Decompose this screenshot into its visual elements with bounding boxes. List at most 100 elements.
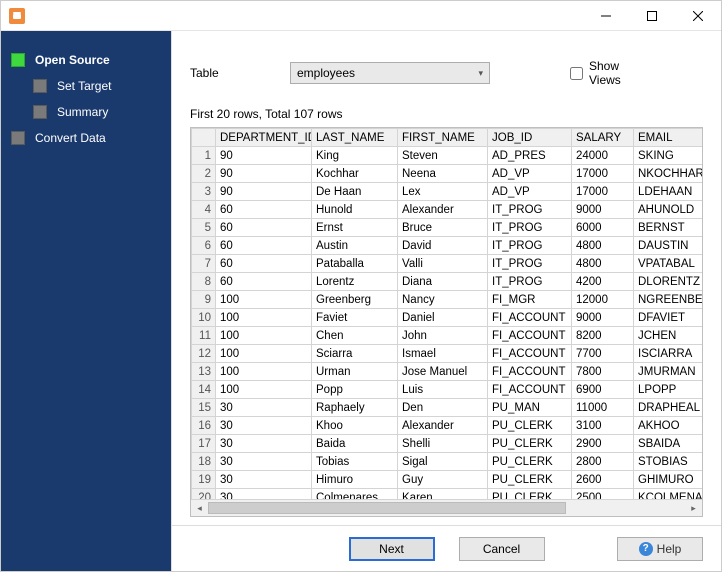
data-cell[interactable]: GHIMURO xyxy=(634,471,703,489)
rownum-header[interactable] xyxy=(192,129,216,147)
next-button[interactable]: Next xyxy=(349,537,435,561)
data-cell[interactable]: DFAVIET xyxy=(634,309,703,327)
table-row[interactable]: 1530RaphaelyDenPU_MAN11000DRAPHEAL xyxy=(192,399,703,417)
column-header[interactable]: JOB_ID xyxy=(488,129,572,147)
data-cell[interactable]: FI_ACCOUNT xyxy=(488,381,572,399)
data-cell[interactable]: 100 xyxy=(216,327,312,345)
step-summary[interactable]: Summary xyxy=(1,99,171,125)
data-cell[interactable]: Kochhar xyxy=(312,165,398,183)
help-button[interactable]: ? Help xyxy=(617,537,703,561)
rownum-cell[interactable]: 1 xyxy=(192,147,216,165)
data-cell[interactable]: 7700 xyxy=(572,345,634,363)
data-cell[interactable]: Nancy xyxy=(398,291,488,309)
data-cell[interactable]: David xyxy=(398,237,488,255)
data-cell[interactable]: IT_PROG xyxy=(488,255,572,273)
rownum-cell[interactable]: 5 xyxy=(192,219,216,237)
data-cell[interactable]: 90 xyxy=(216,165,312,183)
table-row[interactable]: 1930HimuroGuyPU_CLERK2600GHIMURO xyxy=(192,471,703,489)
data-cell[interactable]: 100 xyxy=(216,381,312,399)
rownum-cell[interactable]: 2 xyxy=(192,165,216,183)
data-cell[interactable]: Urman xyxy=(312,363,398,381)
table-row[interactable]: 860LorentzDianaIT_PROG4200DLORENTZ xyxy=(192,273,703,291)
rownum-cell[interactable]: 3 xyxy=(192,183,216,201)
data-cell[interactable]: Sciarra xyxy=(312,345,398,363)
data-cell[interactable]: ISCIARRA xyxy=(634,345,703,363)
rownum-cell[interactable]: 16 xyxy=(192,417,216,435)
data-cell[interactable]: PU_CLERK xyxy=(488,471,572,489)
rownum-cell[interactable]: 9 xyxy=(192,291,216,309)
data-cell[interactable]: AD_PRES xyxy=(488,147,572,165)
rownum-cell[interactable]: 11 xyxy=(192,327,216,345)
data-cell[interactable]: De Haan xyxy=(312,183,398,201)
data-cell[interactable]: PU_CLERK xyxy=(488,435,572,453)
data-cell[interactable]: NGREENBE xyxy=(634,291,703,309)
data-cell[interactable]: 9000 xyxy=(572,201,634,219)
horizontal-scrollbar[interactable]: ◂ ▸ xyxy=(191,499,702,516)
data-cell[interactable]: DLORENTZ xyxy=(634,273,703,291)
data-cell[interactable]: BERNST xyxy=(634,219,703,237)
data-cell[interactable]: Steven xyxy=(398,147,488,165)
data-cell[interactable]: 6900 xyxy=(572,381,634,399)
data-cell[interactable]: Shelli xyxy=(398,435,488,453)
scroll-left-icon[interactable]: ◂ xyxy=(191,500,208,517)
minimize-button[interactable] xyxy=(583,1,629,31)
data-cell[interactable]: IT_PROG xyxy=(488,237,572,255)
table-row[interactable]: 660AustinDavidIT_PROG4800DAUSTIN xyxy=(192,237,703,255)
data-cell[interactable]: 30 xyxy=(216,417,312,435)
data-cell[interactable]: 90 xyxy=(216,147,312,165)
data-cell[interactable]: PU_CLERK xyxy=(488,489,572,500)
data-cell[interactable]: 12000 xyxy=(572,291,634,309)
data-cell[interactable]: 60 xyxy=(216,219,312,237)
data-cell[interactable]: JMURMAN xyxy=(634,363,703,381)
data-cell[interactable]: AKHOO xyxy=(634,417,703,435)
data-cell[interactable]: Valli xyxy=(398,255,488,273)
data-cell[interactable]: Raphaely xyxy=(312,399,398,417)
rownum-cell[interactable]: 6 xyxy=(192,237,216,255)
data-cell[interactable]: 2800 xyxy=(572,453,634,471)
rownum-cell[interactable]: 7 xyxy=(192,255,216,273)
data-cell[interactable]: Lorentz xyxy=(312,273,398,291)
data-cell[interactable]: 8200 xyxy=(572,327,634,345)
table-row[interactable]: 13100UrmanJose ManuelFI_ACCOUNT7800JMURM… xyxy=(192,363,703,381)
table-row[interactable]: 9100GreenbergNancyFI_MGR12000NGREENBE xyxy=(192,291,703,309)
data-cell[interactable]: Alexander xyxy=(398,201,488,219)
data-cell[interactable]: John xyxy=(398,327,488,345)
table-row[interactable]: 390De HaanLexAD_VP17000LDEHAAN xyxy=(192,183,703,201)
data-cell[interactable]: IT_PROG xyxy=(488,219,572,237)
rownum-cell[interactable]: 10 xyxy=(192,309,216,327)
data-cell[interactable]: Khoo xyxy=(312,417,398,435)
data-cell[interactable]: 30 xyxy=(216,453,312,471)
data-cell[interactable]: 4800 xyxy=(572,255,634,273)
column-header[interactable]: FIRST_NAME xyxy=(398,129,488,147)
data-cell[interactable]: Karen xyxy=(398,489,488,500)
step-convert-data[interactable]: Convert Data xyxy=(1,125,171,151)
data-cell[interactable]: FI_ACCOUNT xyxy=(488,363,572,381)
data-cell[interactable]: SBAIDA xyxy=(634,435,703,453)
data-cell[interactable]: Faviet xyxy=(312,309,398,327)
data-cell[interactable]: 24000 xyxy=(572,147,634,165)
data-cell[interactable]: 100 xyxy=(216,363,312,381)
rownum-cell[interactable]: 18 xyxy=(192,453,216,471)
scroll-track[interactable] xyxy=(208,500,685,516)
show-views-checkbox-wrap[interactable]: Show Views xyxy=(570,59,620,87)
table-row[interactable]: 460HunoldAlexanderIT_PROG9000AHUNOLD xyxy=(192,201,703,219)
rownum-cell[interactable]: 20 xyxy=(192,489,216,500)
data-cell[interactable]: Alexander xyxy=(398,417,488,435)
data-cell[interactable]: 100 xyxy=(216,345,312,363)
table-row[interactable]: 290KochharNeenaAD_VP17000NKOCHHAR xyxy=(192,165,703,183)
data-cell[interactable]: 30 xyxy=(216,435,312,453)
table-row[interactable]: 560ErnstBruceIT_PROG6000BERNST xyxy=(192,219,703,237)
data-cell[interactable]: 2900 xyxy=(572,435,634,453)
scroll-thumb[interactable] xyxy=(208,502,566,514)
data-cell[interactable]: 30 xyxy=(216,471,312,489)
data-cell[interactable]: 2600 xyxy=(572,471,634,489)
data-cell[interactable]: AHUNOLD xyxy=(634,201,703,219)
data-cell[interactable]: AD_VP xyxy=(488,165,572,183)
table-row[interactable]: 12100SciarraIsmaelFI_ACCOUNT7700ISCIARRA xyxy=(192,345,703,363)
step-set-target[interactable]: Set Target xyxy=(1,73,171,99)
data-cell[interactable]: 30 xyxy=(216,399,312,417)
data-cell[interactable]: 17000 xyxy=(572,165,634,183)
step-open-source[interactable]: Open Source xyxy=(1,47,171,73)
rownum-cell[interactable]: 13 xyxy=(192,363,216,381)
data-cell[interactable]: Hunold xyxy=(312,201,398,219)
